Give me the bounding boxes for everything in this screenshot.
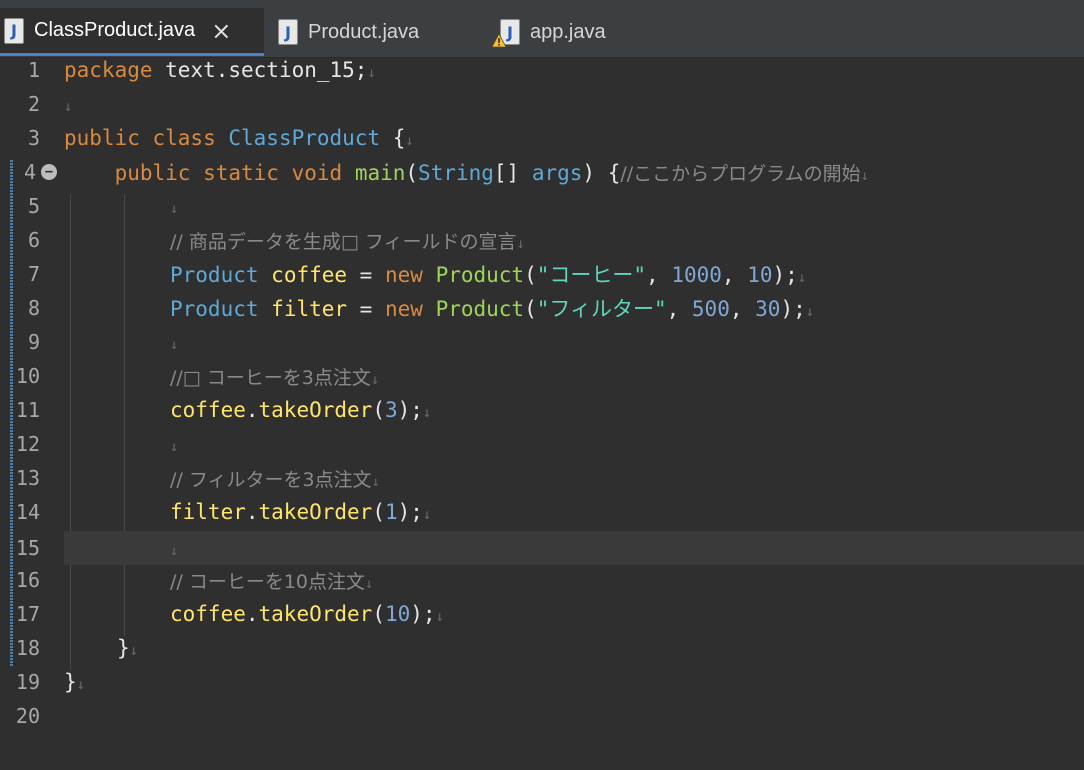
code-line-15-current[interactable]: 15 ↓: [16, 531, 1084, 565]
line-number: 4: [23, 160, 36, 184]
code-text: // 商品データを生成□ フィールドの宣言↓: [170, 230, 525, 253]
tab-label: app.java: [530, 20, 606, 43]
editor-tab-bar: J ClassProduct.java × J Product.java J a…: [0, 0, 1084, 58]
line-number: 5: [27, 194, 40, 218]
line-number: 11: [15, 398, 40, 422]
fold-collapse-icon[interactable]: −: [41, 164, 57, 180]
code-line-11[interactable]: 11 coffee.takeOrder(3);↓: [0, 393, 1084, 427]
code-line-4[interactable]: 4 − public static void main(String[] arg…: [0, 155, 1084, 189]
code-text: coffee.takeOrder(10);↓: [170, 602, 444, 626]
code-text: ↓: [170, 337, 179, 353]
code-line-8[interactable]: 8 Product filter = new Product("フィルター", …: [0, 291, 1084, 325]
line-number: 2: [27, 92, 40, 116]
code-line-9[interactable]: 9 ↓: [0, 325, 1084, 359]
code-text: }↓: [117, 636, 139, 660]
code-text: package text.section_15;↓: [64, 58, 376, 82]
line-number: 12: [15, 432, 40, 456]
line-number: 3: [27, 126, 40, 150]
code-line-19[interactable]: 19 }↓: [0, 665, 1084, 699]
java-file-warning-icon: J: [492, 19, 520, 47]
line-number: 9: [27, 330, 40, 354]
line-number: 17: [15, 602, 40, 626]
code-line-18[interactable]: 18 }↓: [0, 631, 1084, 665]
code-line-5[interactable]: 5 ↓: [0, 189, 1084, 223]
tab-classproduct-java[interactable]: J ClassProduct.java ×: [0, 8, 264, 56]
code-line-13[interactable]: 13 // フィルターを3点注文↓: [0, 461, 1084, 495]
code-line-16[interactable]: 16 // コーヒーを10点注文↓: [0, 563, 1084, 597]
code-text: ↓: [64, 99, 73, 115]
tab-app-java[interactable]: J app.java: [492, 8, 660, 56]
java-file-icon: J: [278, 19, 298, 45]
line-number: 20: [15, 704, 40, 728]
code-text: ↓: [170, 201, 179, 217]
close-icon[interactable]: ×: [211, 19, 231, 43]
line-number: 19: [15, 670, 40, 694]
code-editor[interactable]: 1 package text.section_15;↓ 2 ↓ 3 public…: [0, 58, 1084, 770]
code-line-6[interactable]: 6 // 商品データを生成□ フィールドの宣言↓: [0, 223, 1084, 257]
code-text: public class ClassProduct {↓: [64, 126, 414, 150]
code-line-17[interactable]: 17 coffee.takeOrder(10);↓: [0, 597, 1084, 631]
code-text: //□ コーヒーを3点注文↓: [170, 366, 380, 389]
warning-icon: [492, 34, 506, 47]
line-number: 14: [15, 500, 40, 524]
code-text: ↓: [170, 439, 179, 455]
code-line-10[interactable]: 10 //□ コーヒーを3点注文↓: [0, 359, 1084, 393]
code-line-14[interactable]: 14 filter.takeOrder(1);↓: [0, 495, 1084, 529]
line-number: 13: [15, 466, 40, 490]
line-number: 6: [27, 228, 40, 252]
tab-label: Product.java: [308, 20, 420, 43]
line-number: 7: [27, 262, 40, 286]
code-text: // フィルターを3点注文↓: [170, 468, 380, 491]
code-text: }↓: [64, 670, 86, 694]
code-text: Product filter = new Product("フィルター", 50…: [170, 297, 815, 321]
line-number: 10: [15, 364, 40, 388]
line-number: 18: [15, 636, 40, 660]
line-number: 1: [27, 58, 40, 82]
code-line-12[interactable]: 12 ↓: [0, 427, 1084, 461]
java-file-icon: J: [4, 17, 24, 44]
code-text: ↓: [170, 543, 179, 559]
code-line-1[interactable]: 1 package text.section_15;↓: [0, 53, 1084, 87]
line-number: 16: [15, 568, 40, 592]
code-line-20[interactable]: 20: [0, 699, 1084, 733]
code-text: coffee.takeOrder(3);↓: [170, 398, 432, 422]
line-number: 8: [27, 296, 40, 320]
code-text: filter.takeOrder(1);↓: [170, 500, 432, 524]
code-text: public static void main(String[] args) {…: [114, 160, 870, 185]
tab-label: ClassProduct.java: [34, 19, 196, 41]
code-text: // コーヒーを10点注文↓: [170, 570, 374, 593]
code-line-7[interactable]: 7 Product coffee = new Product("コーヒー", 1…: [0, 257, 1084, 291]
tab-product-java[interactable]: J Product.java: [278, 8, 478, 56]
line-number: 15: [15, 536, 40, 560]
code-line-3[interactable]: 3 public class ClassProduct {↓: [0, 121, 1084, 155]
code-text: Product coffee = new Product("コーヒー", 100…: [170, 263, 807, 287]
code-line-2[interactable]: 2 ↓: [0, 87, 1084, 121]
